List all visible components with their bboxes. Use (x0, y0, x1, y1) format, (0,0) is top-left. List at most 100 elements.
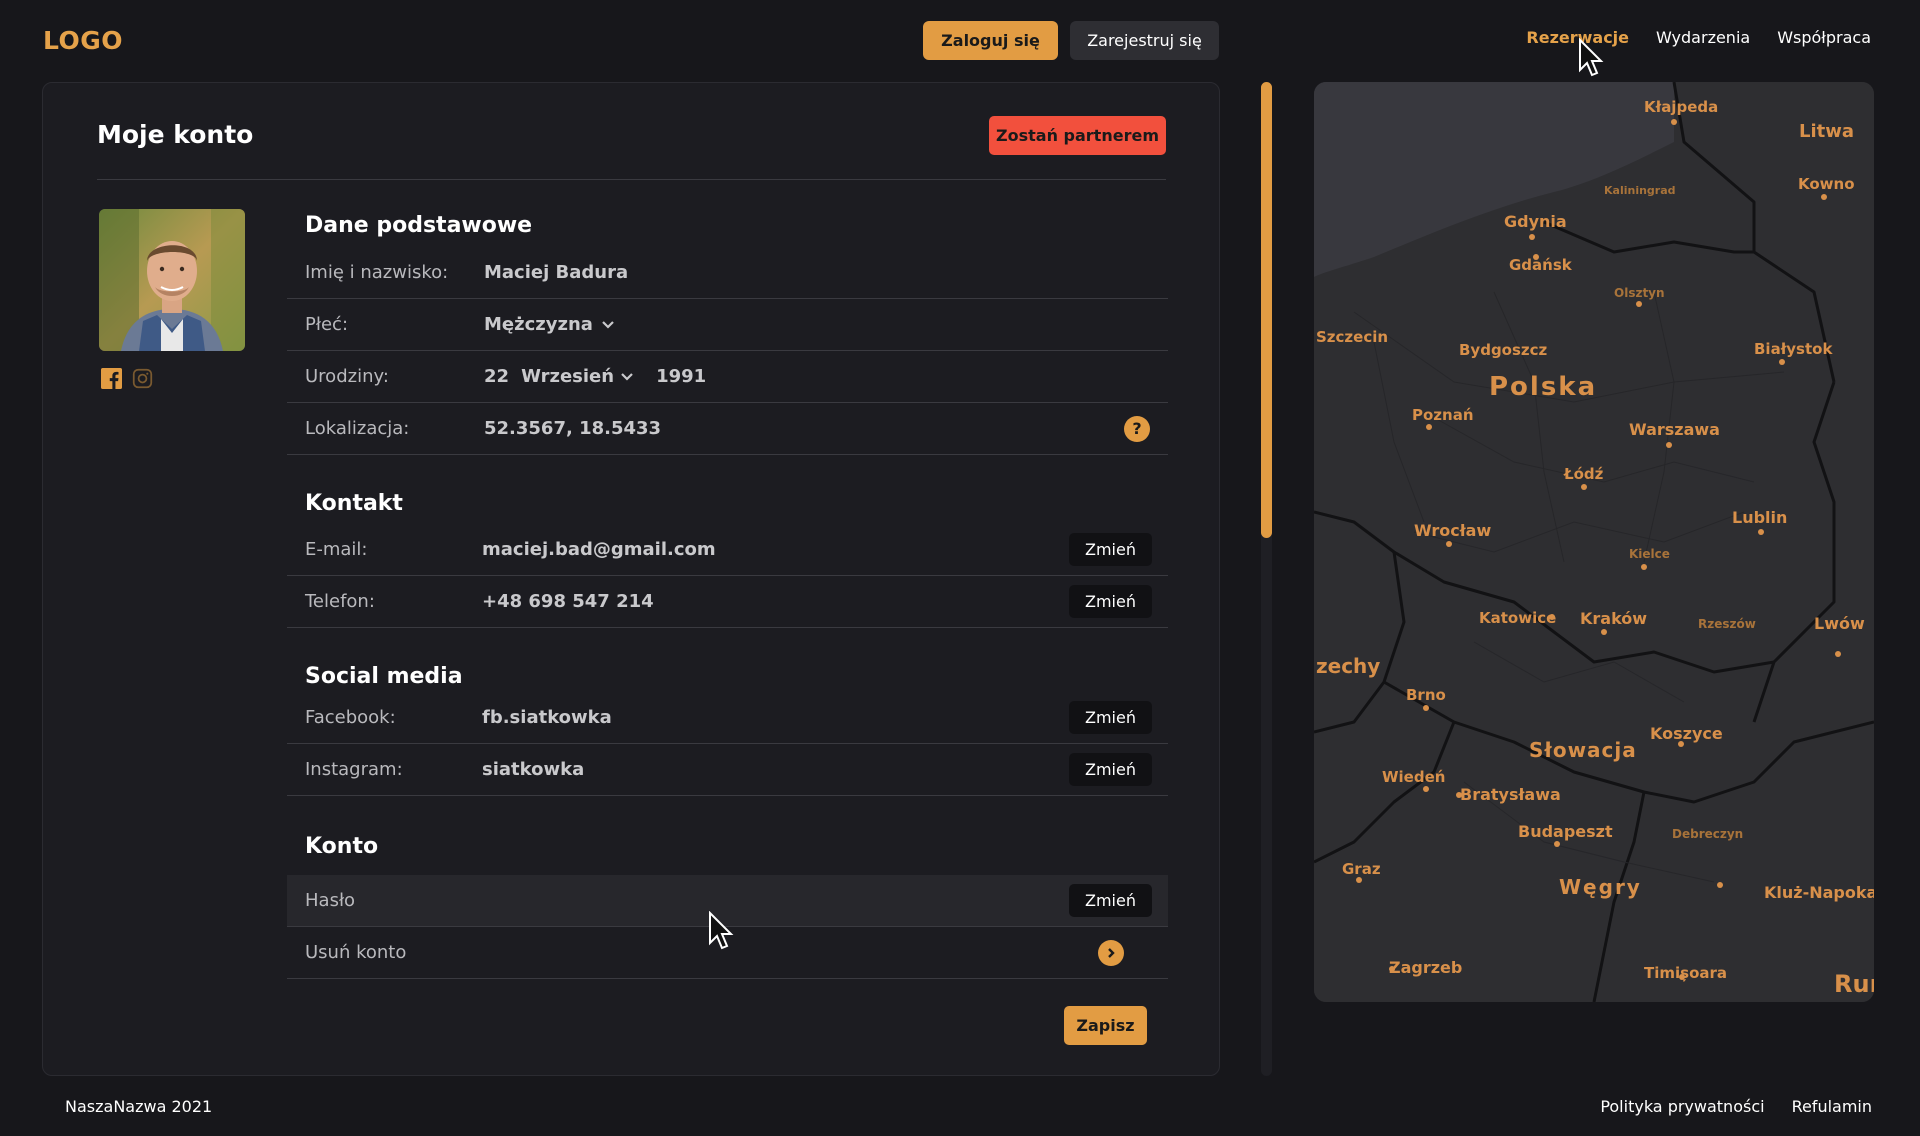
map-label: Lwów (1814, 614, 1865, 633)
map-label: Szczecin (1316, 328, 1388, 346)
divider (97, 179, 1166, 180)
location-field[interactable]: 52.3567, 18.5433 (484, 418, 661, 439)
change-phone-button[interactable]: Zmień (1069, 585, 1152, 618)
map-label: zechy (1316, 654, 1380, 678)
chevron-down-icon (621, 372, 633, 381)
map-label: Kowno (1798, 175, 1855, 193)
map-label: Gdynia (1504, 212, 1567, 231)
map-label: Litwa (1799, 121, 1854, 142)
row-gender: Płeć: Mężczyzna (287, 299, 1168, 351)
map-label: Warszawa (1629, 420, 1720, 439)
register-button[interactable]: Zarejestruj się (1070, 21, 1219, 60)
gender-label: Płeć: (305, 314, 349, 335)
name-field[interactable]: Maciej Badura (484, 262, 628, 283)
map[interactable]: Kłajpeda Litwa Kowno Kaliningrad Gdynia … (1314, 82, 1874, 1002)
nav-link-cooperation[interactable]: Współpraca (1777, 28, 1871, 47)
gender-select[interactable]: Mężczyzna (484, 314, 615, 335)
change-facebook-button[interactable]: Zmień (1069, 701, 1152, 734)
top-navigation: Rezerwacje Wydarzenia Współpraca (1526, 28, 1871, 47)
help-icon[interactable]: ? (1124, 415, 1150, 442)
change-instagram-button[interactable]: Zmień (1069, 753, 1152, 786)
section-title-account: Konto (305, 834, 379, 859)
map-label: Wrocław (1414, 521, 1491, 540)
become-partner-button[interactable]: Zostań partnerem (989, 116, 1166, 155)
avatar-photo (99, 209, 245, 351)
map-label: Kłajpeda (1644, 98, 1718, 116)
map-label: Koszyce (1650, 724, 1723, 743)
password-label: Hasło (305, 890, 356, 911)
login-button[interactable]: Zaloguj się (923, 21, 1058, 60)
gender-value: Mężczyzna (484, 314, 593, 335)
map-canvas: Kłajpeda Litwa Kowno Kaliningrad Gdynia … (1314, 82, 1874, 1002)
map-label: Kielce (1629, 547, 1670, 561)
facebook-value: fb.siatkowka (482, 707, 612, 728)
map-label: Olsztyn (1614, 286, 1665, 300)
logo[interactable]: LOGO (43, 26, 123, 55)
birthday-label: Urodziny: (305, 366, 389, 387)
nav-link-reservations[interactable]: Rezerwacje (1526, 28, 1629, 47)
map-label: Katowice (1479, 609, 1556, 627)
birth-month-select[interactable]: Wrzesień (521, 366, 634, 387)
map-label: Budapeszt (1518, 822, 1613, 841)
email-label: E-mail: (305, 539, 368, 560)
map-label: Rzeszów (1698, 617, 1756, 631)
instagram-label: Instagram: (305, 759, 403, 780)
facebook-icon[interactable] (101, 368, 122, 389)
map-label: Brno (1406, 686, 1446, 704)
email-value: maciej.bad@gmail.com (482, 539, 716, 560)
chevron-right-icon[interactable] (1098, 939, 1124, 966)
map-label: Bydgoszcz (1459, 341, 1548, 359)
scrollbar[interactable] (1261, 82, 1272, 1076)
row-name: Imię i nazwisko: Maciej Badura (287, 247, 1168, 299)
birthday-fields: 22 Wrzesień 1991 (484, 366, 706, 387)
footer-copyright: NaszaNazwa 2021 (65, 1097, 213, 1116)
save-button[interactable]: Zapisz (1064, 1006, 1147, 1045)
map-label: Rur (1834, 970, 1874, 998)
terms-link[interactable]: Refulamin (1792, 1097, 1872, 1116)
row-birthday: Urodziny: 22 Wrzesień 1991 (287, 351, 1168, 403)
map-label: Timișoara (1644, 964, 1727, 982)
map-label: Łódź (1563, 465, 1604, 483)
birth-day-field[interactable]: 22 (484, 366, 509, 387)
map-label: Słowacja (1529, 738, 1637, 762)
map-label: Kaliningrad (1604, 184, 1676, 197)
scrollbar-thumb[interactable] (1261, 82, 1272, 538)
phone-label: Telefon: (305, 591, 375, 612)
map-label: Białystok (1754, 340, 1833, 358)
instagram-icon[interactable] (132, 368, 153, 389)
map-label: Kluż-Napoka (1764, 883, 1874, 902)
birth-year-field[interactable]: 1991 (656, 366, 706, 387)
avatar[interactable] (99, 209, 245, 351)
section-title-basic: Dane podstawowe (305, 213, 533, 238)
map-label: Debreczyn (1672, 827, 1743, 841)
section-title-social: Social media (305, 664, 463, 689)
facebook-label: Facebook: (305, 707, 396, 728)
instagram-value: siatkowka (482, 759, 585, 780)
row-email: E-mail: maciej.bad@gmail.com Zmień (287, 524, 1168, 576)
change-password-button[interactable]: Zmień (1069, 884, 1152, 917)
row-password: Hasło Zmień (287, 875, 1168, 927)
chevron-down-icon (602, 320, 614, 329)
map-label: Lublin (1732, 508, 1787, 527)
map-label: Węgry (1559, 875, 1642, 899)
location-label: Lokalizacja: (305, 418, 410, 439)
row-delete-account[interactable]: Usuń konto (287, 927, 1168, 979)
row-instagram: Instagram: siatkowka Zmień (287, 744, 1168, 796)
phone-value: +48 698 547 214 (482, 591, 654, 612)
profile-social-icons (101, 368, 153, 389)
nav-link-events[interactable]: Wydarzenia (1656, 28, 1750, 47)
map-label: Zagrzeb (1389, 958, 1462, 977)
delete-account-label: Usuń konto (305, 942, 407, 963)
change-email-button[interactable]: Zmień (1069, 533, 1152, 566)
birth-month-value: Wrzesień (521, 366, 615, 387)
row-facebook: Facebook: fb.siatkowka Zmień (287, 692, 1168, 744)
privacy-policy-link[interactable]: Polityka prywatności (1600, 1097, 1764, 1116)
row-location: Lokalizacja: 52.3567, 18.5433 ? (287, 403, 1168, 455)
map-label: Kraków (1580, 609, 1647, 628)
row-phone: Telefon: +48 698 547 214 Zmień (287, 576, 1168, 628)
map-label: Poznań (1412, 406, 1474, 424)
map-label: Polska (1489, 372, 1597, 402)
footer-links: Polityka prywatności Refulamin (1600, 1097, 1872, 1116)
map-label: Gdańsk (1509, 256, 1573, 274)
name-label: Imię i nazwisko: (305, 262, 449, 283)
